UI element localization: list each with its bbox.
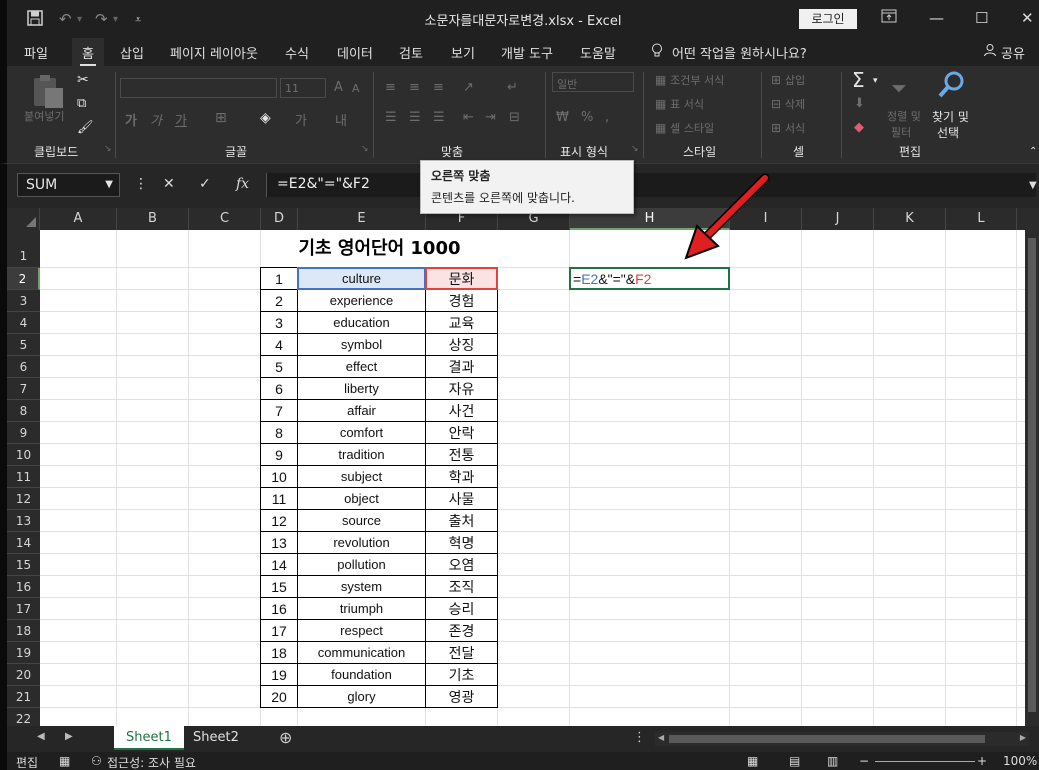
excel-window: ↶ ▾ ↷ ▾ ⩡ 소문자를대문자로변경.xlsx - Excel 로그인 — … (0, 0, 1039, 770)
red-arrow-annotation (684, 173, 770, 260)
